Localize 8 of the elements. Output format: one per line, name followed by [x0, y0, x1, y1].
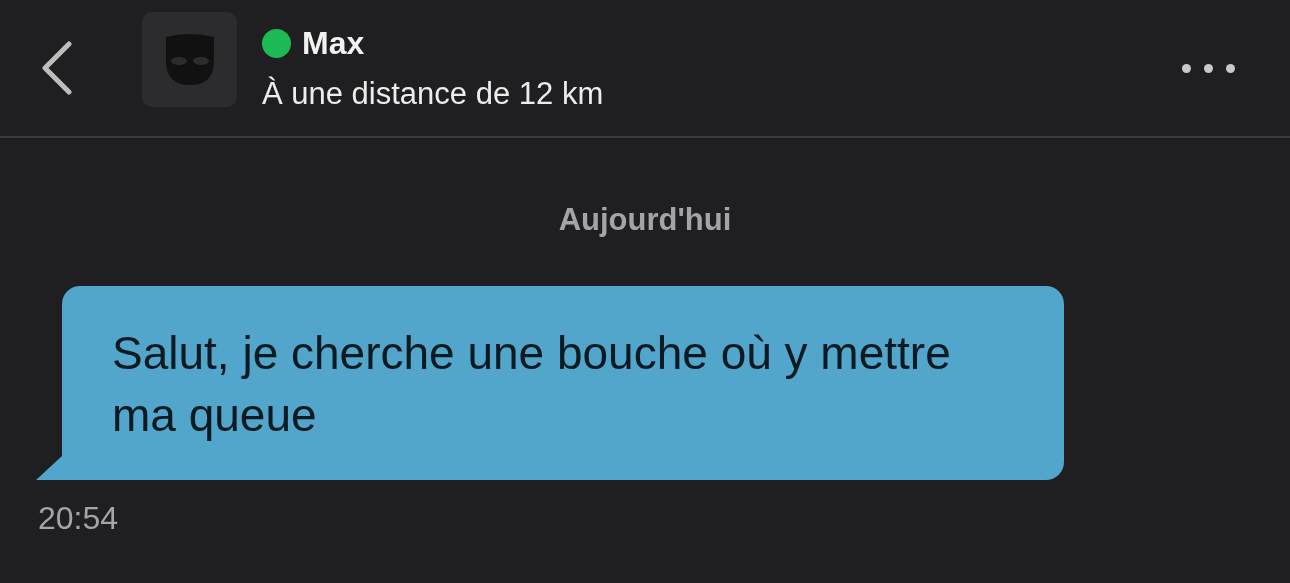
message-time: 20:54	[38, 500, 120, 537]
bubble-tail	[36, 456, 62, 480]
chevron-left-icon	[40, 41, 72, 95]
more-icon	[1182, 63, 1236, 73]
contact-name: Max	[302, 24, 365, 62]
contact-distance: À une distance de 12 km	[262, 75, 605, 112]
date-separator: Aujourd'hui	[557, 202, 733, 238]
message-bubble: Salut, je cherche une bouche où y mettre ma queue	[62, 286, 1064, 480]
